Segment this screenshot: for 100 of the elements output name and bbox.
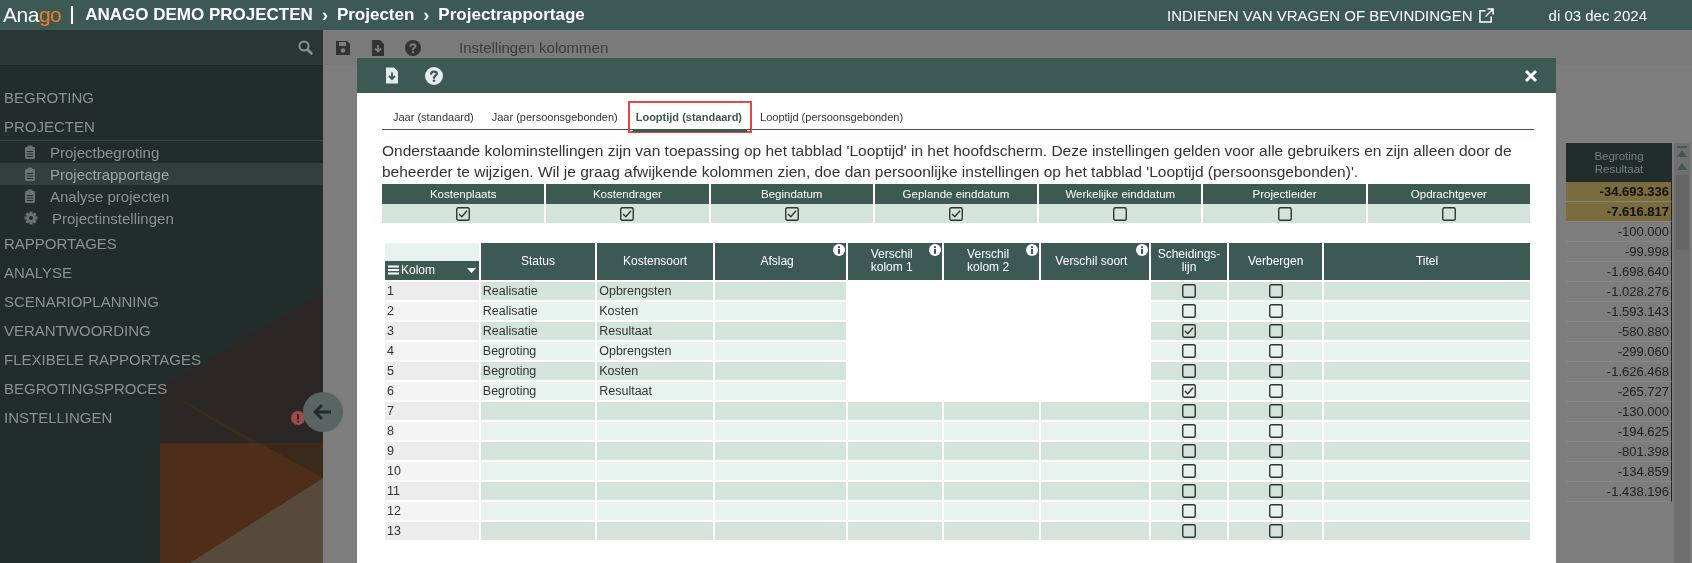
checkbox[interactable] — [949, 206, 963, 221]
arrow-left-icon — [313, 403, 333, 421]
checkbox[interactable] — [1113, 206, 1128, 221]
checkbox[interactable] — [1182, 363, 1196, 378]
table-cell-text: Begroting — [481, 342, 538, 360]
checkbox[interactable] — [1268, 423, 1283, 438]
sidebar-item[interactable]: Projectinstellingen — [0, 207, 323, 229]
clipboard-icon — [24, 189, 36, 203]
sidebar-section[interactable]: PROJECTEN — [4, 117, 305, 135]
checkbox[interactable] — [1268, 463, 1283, 478]
checkbox[interactable] — [1268, 443, 1283, 458]
external-link-icon — [1478, 7, 1494, 23]
checkbox[interactable] — [1182, 463, 1196, 478]
checkbox[interactable] — [1268, 363, 1283, 378]
gear-icon — [24, 211, 38, 225]
checkbox[interactable] — [1268, 483, 1283, 498]
checkbox[interactable] — [1182, 323, 1196, 338]
sidebar-item[interactable]: Projectrapportage — [0, 163, 323, 185]
table-cell-text: Kosten — [598, 362, 640, 380]
column-header: Kostendrager — [546, 183, 709, 204]
table-cell: 13 — [385, 521, 479, 540]
checkbox[interactable] — [1277, 206, 1292, 221]
table-cell: 2 — [385, 301, 479, 320]
breadcrumb-link[interactable]: Projecten — [336, 5, 415, 25]
info-icon[interactable] — [1026, 243, 1039, 256]
tab[interactable]: Looptijd (persoonsgebonden) — [757, 107, 909, 132]
checkbox[interactable] — [1182, 443, 1196, 458]
table-cell: -130.000 — [1566, 402, 1672, 422]
tab[interactable]: Jaar (persoonsgebonden) — [488, 107, 623, 132]
checkbox[interactable] — [1182, 483, 1196, 498]
checkbox[interactable] — [1182, 423, 1196, 438]
column-header: Titel — [1324, 242, 1530, 280]
column-header: Status — [480, 242, 596, 280]
caret-icon — [466, 267, 476, 273]
checkbox[interactable] — [1268, 283, 1283, 298]
breadcrumb-link[interactable]: ANAGO DEMO PROJECTEN — [85, 5, 313, 25]
checkbox[interactable] — [1268, 323, 1283, 338]
download-icon[interactable] — [385, 67, 399, 84]
column-header: Afslag — [714, 242, 847, 280]
checkbox[interactable] — [1182, 403, 1196, 418]
info-icon[interactable] — [833, 243, 846, 256]
checkbox[interactable] — [1268, 403, 1283, 418]
clipboard-icon — [24, 167, 36, 181]
column-menu-button[interactable]: Kolom — [385, 260, 479, 280]
column-header: Projectleider — [1203, 183, 1366, 204]
sidebar-item[interactable]: Projectbegroting — [0, 141, 323, 163]
sidebar-section[interactable]: BEGROTING — [4, 89, 305, 106]
search-icon[interactable] — [298, 40, 313, 55]
feedback-link[interactable]: INDIENEN VAN VRAGEN OF BEVINDINGEN — [1166, 6, 1494, 24]
toolbar-title: Instellingen kolommen — [459, 39, 609, 56]
checkbox[interactable] — [784, 206, 799, 221]
sidebar-section[interactable]: SCENARIOPLANNING — [4, 293, 305, 310]
checkbox[interactable] — [620, 206, 635, 221]
tab[interactable]: Jaar (standaard) — [390, 107, 479, 132]
checkbox[interactable] — [1182, 283, 1196, 298]
sidebar-section[interactable]: INSTELLINGEN — [4, 409, 291, 426]
checkbox[interactable] — [1182, 343, 1196, 358]
close-icon[interactable] — [1524, 68, 1538, 83]
logo: Anago — [3, 3, 62, 27]
info-icon[interactable] — [929, 243, 942, 256]
sidebar-section[interactable]: RAPPORTAGES — [4, 235, 305, 252]
table-cell: -265.727 — [1566, 382, 1672, 402]
table-cell: 5 — [385, 361, 479, 380]
sidebar-section[interactable]: FLEXIBELE RAPPORTAGES — [4, 351, 305, 368]
checkbox[interactable] — [1268, 503, 1283, 518]
column-header: Opdrachtgever — [1367, 183, 1530, 204]
table-cell: 8 — [385, 421, 479, 440]
column-header: Begindatum — [710, 183, 873, 204]
checkbox[interactable] — [456, 206, 471, 221]
sidebar-section[interactable]: ANALYSE — [4, 264, 305, 281]
table-cell: -1.626.468 — [1566, 362, 1672, 382]
sidebar-section[interactable]: VERANTWOORDING — [4, 322, 305, 339]
table-cell: -194.625 — [1566, 422, 1672, 442]
checkbox[interactable] — [1182, 523, 1196, 538]
sidebar-item[interactable]: Analyse projecten — [0, 185, 323, 207]
table-cell: -99.998 — [1566, 242, 1672, 262]
table-cell: 11 — [385, 481, 479, 500]
table-cell-text: Realisatie — [481, 302, 539, 320]
info-icon[interactable] — [1135, 243, 1148, 256]
sidebar-section[interactable]: BEGROTINGSPROCES — [4, 380, 305, 397]
checkbox[interactable] — [1182, 303, 1196, 318]
download-icon[interactable] — [371, 39, 385, 56]
table-cell: -1.593.143 — [1566, 302, 1672, 322]
checkbox[interactable] — [1268, 303, 1283, 318]
scrollbar[interactable] — [1674, 143, 1690, 563]
save-icon[interactable] — [335, 39, 351, 56]
checkbox[interactable] — [1268, 343, 1283, 358]
help-icon[interactable] — [405, 39, 421, 56]
help-icon[interactable] — [425, 66, 443, 85]
table-cell: 12 — [385, 501, 479, 520]
tab[interactable]: Looptijd (standaard) — [632, 107, 748, 132]
checkbox[interactable] — [1268, 523, 1283, 538]
checkbox[interactable] — [1182, 503, 1196, 518]
column-header: Begroting Resultaat — [1566, 143, 1672, 182]
table-cell: -1.698.640 — [1566, 262, 1672, 282]
table-cell: -580.880 — [1566, 322, 1672, 342]
checkbox[interactable] — [1268, 383, 1283, 398]
checkbox[interactable] — [1441, 206, 1456, 221]
checkbox[interactable] — [1182, 383, 1196, 398]
column-header: Geplande einddatum — [874, 183, 1038, 204]
